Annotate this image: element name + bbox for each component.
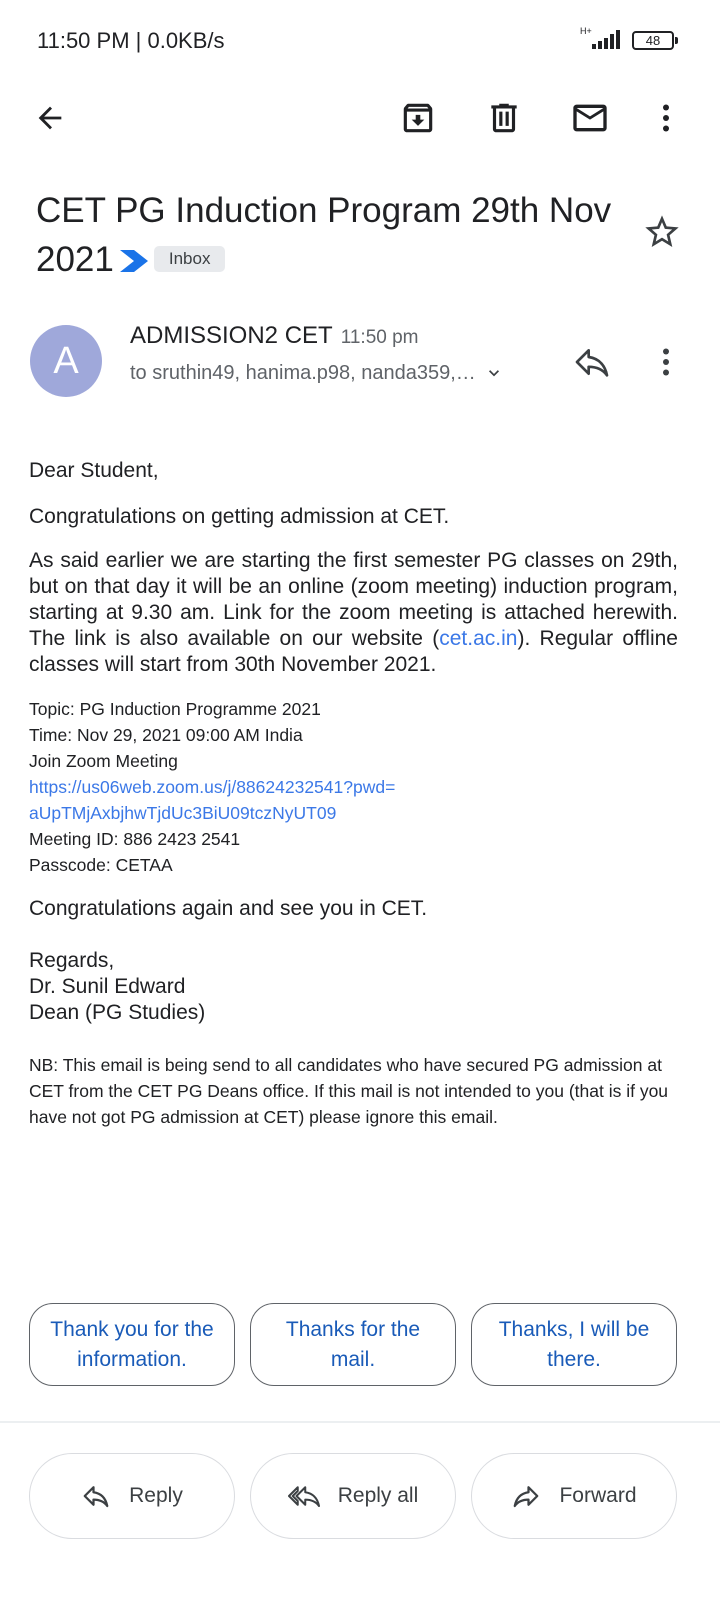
sender-name: ADMISSION2 CET [130,322,333,349]
reply-quick-button[interactable] [570,342,614,382]
recipients-text: to sruthin49, hanima.p98, nanda359,… [130,362,476,384]
website-link[interactable]: cet.ac.in [439,627,517,650]
archive-button[interactable] [388,88,448,148]
zoom-link-line-2: aUpTMjAxbjhwTjdUc3BiU09tczNyUT09 [29,803,337,823]
congrats-line: Congratulations on getting admission at … [29,505,450,528]
signature: Regards, Dr. Sunil Edward Dean (PG Studi… [29,948,678,1026]
email-subject: CET PG Induction Program 29th Nov 2021 In… [36,186,636,284]
battery-icon: 48 [632,31,674,50]
status-time: 11:50 PM | 0.0KB/s [37,28,225,53]
regards: Regards, [29,949,115,972]
smart-replies: Thank you for the information. Thanks fo… [29,1303,678,1387]
reply-all-icon [287,1486,320,1507]
more-options-button[interactable] [636,88,696,148]
signal-icon [592,30,620,49]
zoom-link[interactable]: https://us06web.zoom.us/j/88624232541?pw… [29,774,678,826]
star-icon[interactable] [642,212,682,252]
greeting: Dear Student, [29,459,159,482]
email-body: Dear Student, Congratulations on getting… [29,458,678,1130]
forward-button[interactable]: Forward [471,1453,677,1539]
chevron-down-icon [488,370,499,377]
delete-icon [491,103,517,133]
archive-icon [403,103,433,133]
mark-unread-button[interactable] [560,88,620,148]
signer-name: Dr. Sunil Edward [29,975,186,998]
sender-avatar[interactable]: A [30,325,102,397]
meeting-details: Topic: PG Induction Programme 2021 Time:… [29,696,678,878]
main-paragraph: As said earlier we are starting the firs… [29,548,678,678]
smart-reply-1[interactable]: Thank you for the information. [29,1303,235,1386]
reply-button[interactable]: Reply [29,1453,235,1539]
smart-reply-2[interactable]: Thanks for the mail. [250,1303,456,1386]
back-button[interactable] [20,88,80,148]
reply-label: Reply [129,1484,183,1507]
forward-label: Forward [559,1484,637,1507]
forward-icon [514,1486,539,1508]
reply-all-label: Reply all [337,1484,419,1507]
divider [0,1421,720,1423]
recipients-toggle[interactable]: to sruthin49, hanima.p98, nanda359,… [130,362,504,385]
closing-line: Congratulations again and see you in CET… [29,897,428,920]
meeting-time: Time: Nov 29, 2021 09:00 AM India [29,725,303,745]
more-vert-icon [663,104,669,132]
meeting-topic: Topic: PG Induction Programme 2021 [29,699,321,719]
zoom-link-line-1: https://us06web.zoom.us/j/88624232541?pw… [29,777,396,797]
battery-level: 48 [645,33,661,48]
meeting-id: Meeting ID: 886 2423 2541 [29,829,241,849]
message-more-button[interactable] [646,340,686,384]
meeting-passcode: Passcode: CETAA [29,855,173,875]
delete-button[interactable] [474,88,534,148]
signer-title: Dean (PG Studies) [29,1001,206,1024]
reply-icon [83,1486,109,1508]
back-arrow-icon [38,106,62,130]
battery-tip [675,37,678,44]
reply-all-button[interactable]: Reply all [250,1453,456,1539]
sender-line: ADMISSION2 CET 11:50 pm [130,322,419,350]
status-bar: 11:50 PM | 0.0KB/s H+ 48 [0,0,720,80]
join-label: Join Zoom Meeting [29,751,178,771]
reply-icon [575,349,609,377]
reply-actions: Reply Reply all Forward [29,1453,678,1539]
mark-unread-icon [573,104,607,132]
email-toolbar [0,88,720,152]
sent-time: 11:50 pm [340,327,419,348]
inbox-label-chip[interactable]: Inbox [153,246,226,272]
nb-note: NB: This email is being send to all cand… [29,1055,669,1127]
smart-reply-3[interactable]: Thanks, I will be there. [471,1303,677,1386]
importance-marker-icon [119,250,148,272]
more-vert-icon [663,348,669,376]
